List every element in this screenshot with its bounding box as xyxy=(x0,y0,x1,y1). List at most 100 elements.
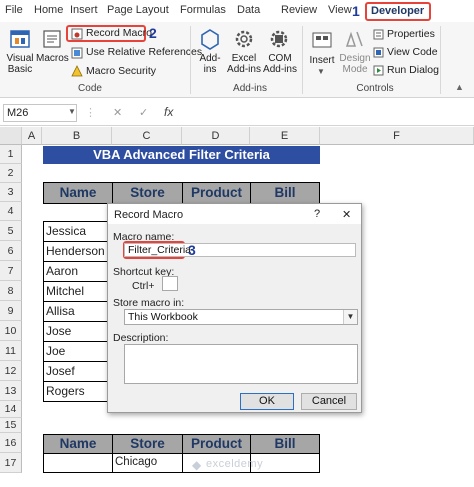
watermark: exceldemy xyxy=(206,458,264,470)
name-cell[interactable]: Josef xyxy=(43,361,113,382)
column-header[interactable]: F xyxy=(320,127,474,145)
chevron-down-icon[interactable]: ▼ xyxy=(68,107,76,116)
use-relative-references-button[interactable]: Use Relative References xyxy=(86,46,202,58)
name-cell[interactable]: Mitchel xyxy=(43,281,113,302)
table-header-name: Name xyxy=(43,182,113,204)
store-macro-in-select[interactable]: This Workbook xyxy=(124,309,358,325)
column-header[interactable]: E xyxy=(250,127,320,145)
visual-basic-label: Visual Basic xyxy=(6,53,34,75)
column-header[interactable]: D xyxy=(182,127,250,145)
properties-button[interactable]: Properties xyxy=(387,28,435,40)
tab-file[interactable]: File xyxy=(5,4,23,16)
tab-data[interactable]: Data xyxy=(237,4,260,16)
tab-page-layout[interactable]: Page Layout xyxy=(107,4,169,16)
com-add-ins-icon[interactable] xyxy=(268,28,290,50)
chevron-down-icon[interactable]: ▼ xyxy=(343,310,357,324)
toolbox-icon[interactable] xyxy=(311,28,333,50)
description-textarea[interactable] xyxy=(124,344,358,384)
chevron-up-icon[interactable]: ▲ xyxy=(455,82,464,92)
excel-add-ins-label: Excel Add-ins xyxy=(227,53,261,75)
name-cell[interactable]: Joe xyxy=(43,341,113,362)
formula-input[interactable] xyxy=(186,104,472,122)
sheet-title: VBA Advanced Filter Criteria xyxy=(43,146,320,164)
row-header[interactable]: 11 xyxy=(0,341,22,361)
criteria-header-product: Product xyxy=(182,434,251,454)
ribbon-separator xyxy=(440,26,441,94)
row-header[interactable]: 1 xyxy=(0,145,22,164)
tab-developer[interactable]: Developer xyxy=(371,5,424,17)
row-header[interactable]: 7 xyxy=(0,261,22,281)
row-header[interactable]: 3 xyxy=(0,183,22,202)
name-cell[interactable]: Aaron xyxy=(43,261,113,282)
row-header[interactable]: 9 xyxy=(0,301,22,321)
row-header[interactable]: 6 xyxy=(0,241,22,261)
ok-button[interactable]: OK xyxy=(240,393,294,410)
add-ins-group-label: Add-ins xyxy=(233,83,267,94)
table-header-store: Store xyxy=(112,182,183,204)
macro-security-button[interactable]: Macro Security xyxy=(86,65,156,77)
row-header[interactable]: 8 xyxy=(0,281,22,301)
row-header[interactable]: 4 xyxy=(0,202,22,221)
macro-name-input[interactable]: Filter_Criteria xyxy=(124,243,356,257)
ctrl-label: Ctrl+ xyxy=(132,280,155,292)
insert-function-icon[interactable]: fx xyxy=(164,105,173,119)
row-header[interactable]: 16 xyxy=(0,433,22,453)
design-mode-icon[interactable] xyxy=(343,28,365,50)
record-macro-button[interactable]: Record Macro xyxy=(86,27,152,39)
row-header[interactable]: 5 xyxy=(0,221,22,241)
criteria-header-bill: Bill xyxy=(250,434,320,454)
visual-basic-icon[interactable] xyxy=(9,28,31,50)
tab-insert[interactable]: Insert xyxy=(70,4,98,16)
row-header[interactable]: 10 xyxy=(0,321,22,341)
help-icon[interactable]: ? xyxy=(314,208,320,220)
row-header[interactable]: 13 xyxy=(0,381,22,401)
run-dialog-button[interactable]: Run Dialog xyxy=(387,64,439,76)
row-header[interactable]: 15 xyxy=(0,418,22,433)
cancel-icon[interactable]: ✕ xyxy=(113,106,122,119)
gear-icon[interactable] xyxy=(233,28,255,50)
tab-home[interactable]: Home xyxy=(34,4,63,16)
insert-control-label: Insert xyxy=(309,55,335,66)
record-macro-dialog: Record Macro ? ✕ Macro name: Filter_Crit… xyxy=(107,203,362,413)
chevron-down-icon: ▼ xyxy=(317,67,325,76)
column-header[interactable]: C xyxy=(112,127,182,145)
ribbon-tab-bar: File Home Insert Page Layout Formulas Da… xyxy=(0,0,474,22)
tab-review[interactable]: Review xyxy=(281,4,317,16)
tab-formulas[interactable]: Formulas xyxy=(180,4,226,16)
name-cell[interactable]: Allisa xyxy=(43,301,113,322)
warning-icon xyxy=(71,65,83,77)
macros-icon[interactable] xyxy=(41,28,63,50)
add-ins-label: Add-ins xyxy=(199,53,221,75)
column-header[interactable]: B xyxy=(42,127,112,145)
formula-bar: M26 ▼ ⋮ ✕ ✓ fx xyxy=(0,100,474,126)
select-all-corner[interactable] xyxy=(0,127,22,145)
column-header[interactable]: A xyxy=(22,127,42,145)
close-icon[interactable]: ✕ xyxy=(342,208,351,221)
exceldemy-logo-icon: ◆ xyxy=(192,458,202,472)
criteria-header-store: Store xyxy=(112,434,183,454)
name-cell[interactable]: Rogers xyxy=(43,381,113,402)
name-cell[interactable]: Henderson xyxy=(43,241,113,262)
view-code-button[interactable]: View Code xyxy=(387,46,438,58)
ribbon: Visual Basic Macros Record Macro 2 Use Re… xyxy=(0,22,474,98)
tab-view[interactable]: View xyxy=(328,4,352,16)
criteria-cell-store[interactable]: Chicago xyxy=(112,453,183,473)
row-header[interactable]: 12 xyxy=(0,361,22,381)
row-header[interactable]: 14 xyxy=(0,401,22,418)
criteria-cell[interactable] xyxy=(43,453,113,473)
macros-label: Macros xyxy=(36,53,69,64)
cancel-button[interactable]: Cancel xyxy=(301,393,357,410)
enter-icon[interactable]: ✓ xyxy=(139,106,148,119)
name-cell[interactable]: Jessica xyxy=(43,221,113,242)
criteria-header-name: Name xyxy=(43,434,113,454)
row-header[interactable]: 17 xyxy=(0,453,22,473)
run-dialog-icon xyxy=(373,65,384,76)
table-header-product: Product xyxy=(182,182,251,204)
shortcut-key-input[interactable] xyxy=(162,276,178,291)
more-icon: ⋮ xyxy=(85,107,96,119)
name-box[interactable]: M26 xyxy=(3,104,77,122)
add-ins-icon[interactable] xyxy=(199,28,221,50)
name-cell[interactable]: Jose xyxy=(43,321,113,342)
row-header[interactable]: 2 xyxy=(0,164,22,183)
design-mode-label: Design Mode xyxy=(339,53,371,75)
